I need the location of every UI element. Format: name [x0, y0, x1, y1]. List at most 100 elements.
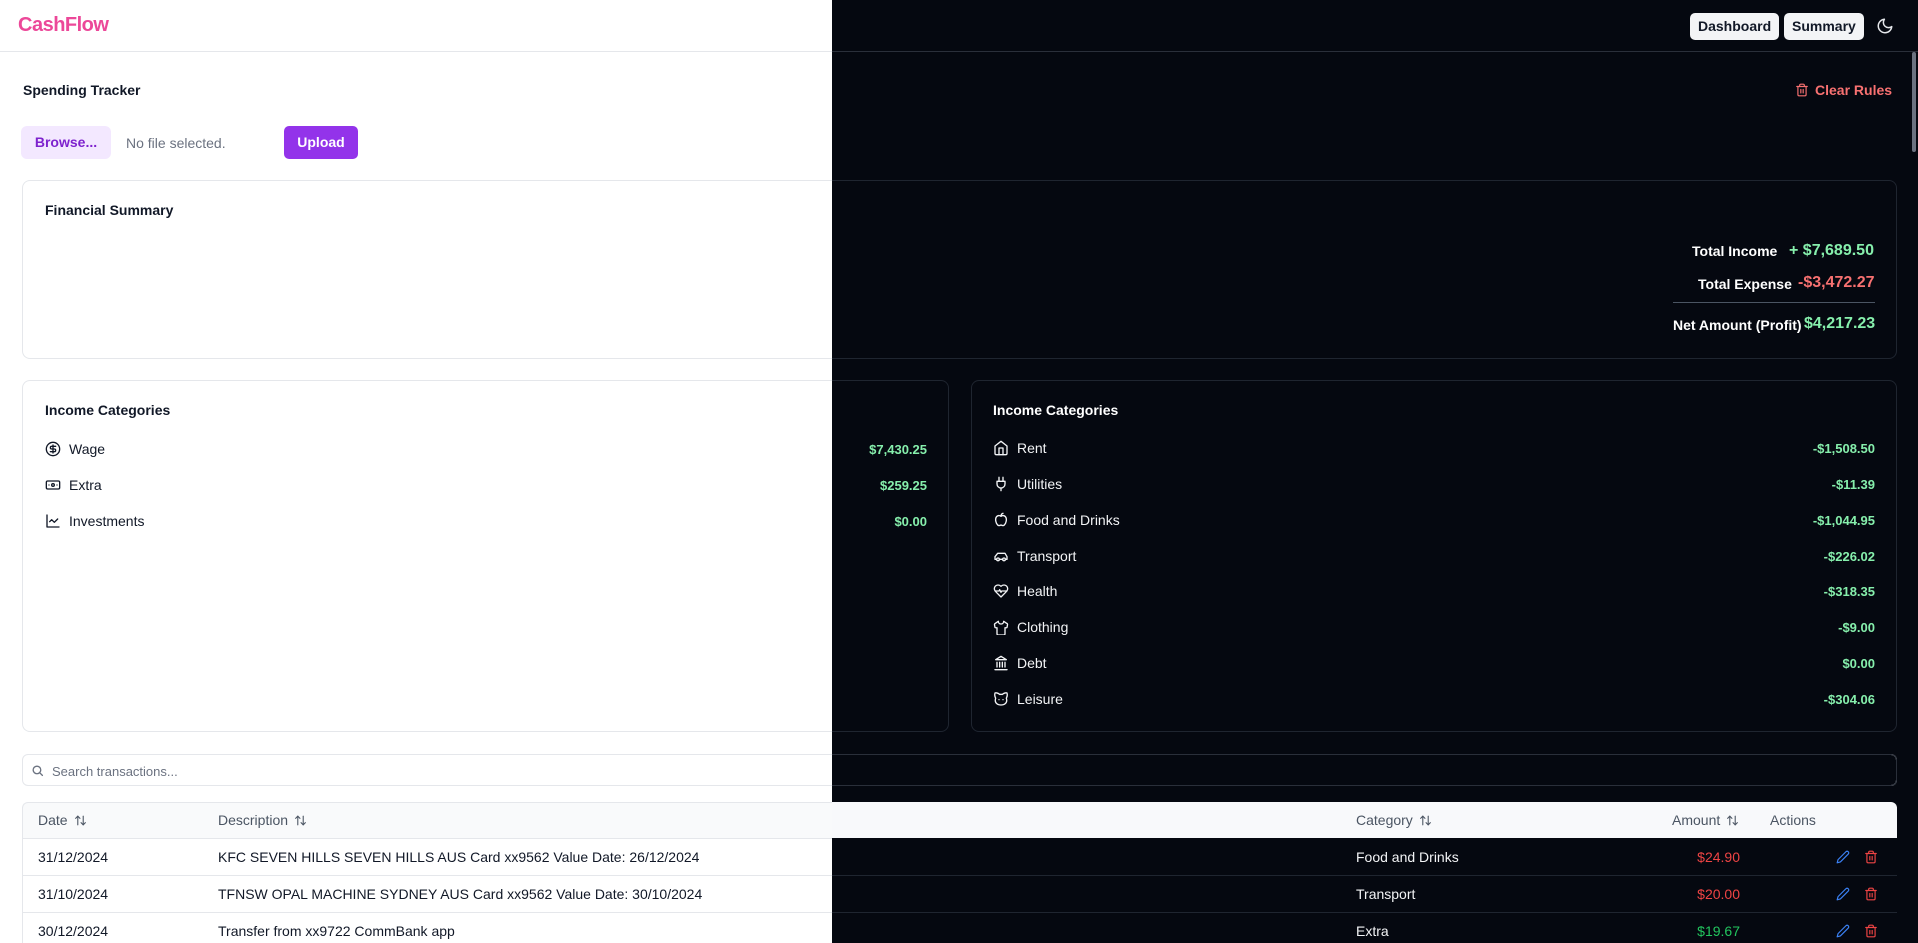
- file-status-text: No file selected.: [126, 135, 226, 151]
- category-label: Leisure: [1017, 691, 1063, 707]
- heart-pulse-icon: [993, 583, 1009, 599]
- browse-file-button[interactable]: Browse...: [21, 126, 111, 159]
- row-divider: [22, 875, 832, 876]
- row-divider: [22, 912, 832, 913]
- category-amount: -$1,044.95: [1812, 513, 1875, 528]
- cell-amount: $19.67: [1697, 923, 1740, 939]
- income-categories-card-dark: [832, 380, 949, 732]
- cell-description: Transfer from xx9722 CommBank app: [218, 923, 455, 939]
- cell-category: Extra: [1356, 923, 1389, 939]
- tracker-title: Spending Tracker: [23, 82, 141, 98]
- edit-icon[interactable]: [1836, 850, 1850, 864]
- net-amount-value: $4,217.23: [1804, 315, 1876, 332]
- sort-icon: [74, 814, 87, 827]
- category-amount: -$1,508.50: [1812, 441, 1875, 456]
- expense-category-leisure: Leisure: [993, 691, 1063, 707]
- income-category-investments: Investments: [45, 513, 144, 529]
- plug-icon: [993, 476, 1009, 492]
- category-label: Wage: [69, 441, 106, 457]
- expense-category-rent: Rent: [993, 440, 1047, 456]
- cell-category: Food and Drinks: [1356, 849, 1459, 865]
- category-amount: -$226.02: [1823, 549, 1875, 564]
- cell-description: KFC SEVEN HILLS SEVEN HILLS AUS Card xx9…: [218, 849, 700, 865]
- cell-description: TFNSW OPAL MACHINE SYDNEY AUS Card xx956…: [218, 886, 703, 902]
- net-amount-label: Net Amount (Profit): [1673, 317, 1802, 333]
- expense-category-clothing: Clothing: [993, 619, 1068, 635]
- category-amount: $0.00: [1842, 656, 1875, 671]
- column-label: Description: [218, 812, 289, 828]
- sort-icon: [1726, 814, 1739, 827]
- moon-icon[interactable]: [1876, 17, 1894, 35]
- search-icon: [31, 764, 44, 777]
- total-expense-label: Total Expense: [1698, 276, 1792, 292]
- nav-dashboard-button[interactable]: Dashboard: [1690, 13, 1780, 40]
- line-chart-icon: [45, 513, 61, 529]
- expense-category-transport: Transport: [993, 548, 1076, 564]
- category-label: Rent: [1017, 440, 1047, 456]
- income-categories-card: [22, 380, 832, 732]
- financial-summary-title: Financial Summary: [45, 202, 174, 218]
- edit-icon[interactable]: [1836, 887, 1850, 901]
- category-label: Clothing: [1017, 619, 1069, 635]
- row-divider: [22, 838, 832, 839]
- cell-date: 30/12/2024: [38, 923, 109, 939]
- car-icon: [993, 548, 1009, 564]
- row-divider: [832, 875, 1897, 876]
- apple-icon: [993, 512, 1009, 528]
- sort-icon: [1419, 814, 1432, 827]
- nav-summary-button[interactable]: Summary: [1784, 13, 1864, 40]
- banknote-icon: [45, 477, 61, 493]
- table-header-bg: [22, 802, 832, 838]
- dollar-circle-icon: [45, 441, 61, 457]
- summary-divider: [1673, 302, 1875, 303]
- category-label: Debt: [1017, 655, 1047, 671]
- column-header-description[interactable]: Description: [218, 812, 307, 828]
- total-expense-value: -$3,472.27: [1798, 274, 1875, 291]
- column-label: Category: [1356, 812, 1413, 828]
- delete-icon[interactable]: [1864, 850, 1878, 864]
- trash-icon: [1795, 83, 1809, 97]
- column-header-date[interactable]: Date: [38, 812, 87, 828]
- category-amount: -$318.35: [1823, 584, 1875, 599]
- category-label: Extra: [69, 477, 102, 493]
- search-box-dark: [832, 754, 1897, 786]
- category-label: Food and Drinks: [1017, 512, 1120, 528]
- income-category-extra: Extra: [45, 477, 102, 493]
- category-amount: $7,430.25: [869, 442, 927, 457]
- row-divider: [832, 912, 1897, 913]
- clear-rules-button[interactable]: Clear Rules: [1795, 82, 1892, 98]
- delete-icon[interactable]: [1864, 887, 1878, 901]
- category-label: Investments: [69, 513, 145, 529]
- column-label: Date: [38, 812, 68, 828]
- expense-category-debt: Debt: [993, 655, 1047, 671]
- search-input[interactable]: [52, 762, 812, 780]
- income-categories-title: Income Categories: [45, 402, 171, 418]
- sort-icon: [294, 814, 307, 827]
- income-category-wage: Wage: [45, 441, 105, 457]
- column-header-actions: Actions: [1770, 812, 1816, 828]
- app-logo[interactable]: CashFlow: [18, 14, 109, 37]
- category-label: Utilities: [1017, 476, 1063, 492]
- column-header-amount[interactable]: Amount: [1672, 812, 1739, 828]
- cell-date: 31/12/2024: [38, 849, 109, 865]
- edit-icon[interactable]: [1836, 924, 1850, 938]
- upload-button[interactable]: Upload: [284, 126, 358, 159]
- category-label: Transport: [1017, 548, 1077, 564]
- total-income-label: Total Income: [1692, 243, 1778, 259]
- home-icon: [993, 440, 1009, 456]
- expense-category-health: Health: [993, 583, 1057, 599]
- header-divider-light: [0, 51, 832, 52]
- page-scrollbar[interactable]: [1912, 52, 1916, 152]
- shirt-icon: [993, 619, 1009, 635]
- cell-date: 31/10/2024: [38, 886, 109, 902]
- cell-category: Transport: [1356, 886, 1416, 902]
- category-amount: -$9.00: [1838, 620, 1875, 635]
- column-header-category[interactable]: Category: [1356, 812, 1432, 828]
- table-left-edge: [22, 838, 23, 943]
- total-income-value: + $7,689.50: [1789, 242, 1874, 259]
- delete-icon[interactable]: [1864, 924, 1878, 938]
- clear-rules-label: Clear Rules: [1815, 82, 1893, 98]
- category-amount: -$304.06: [1823, 692, 1875, 707]
- expense-category-utilities: Utilities: [993, 476, 1062, 492]
- column-label: Amount: [1672, 812, 1721, 828]
